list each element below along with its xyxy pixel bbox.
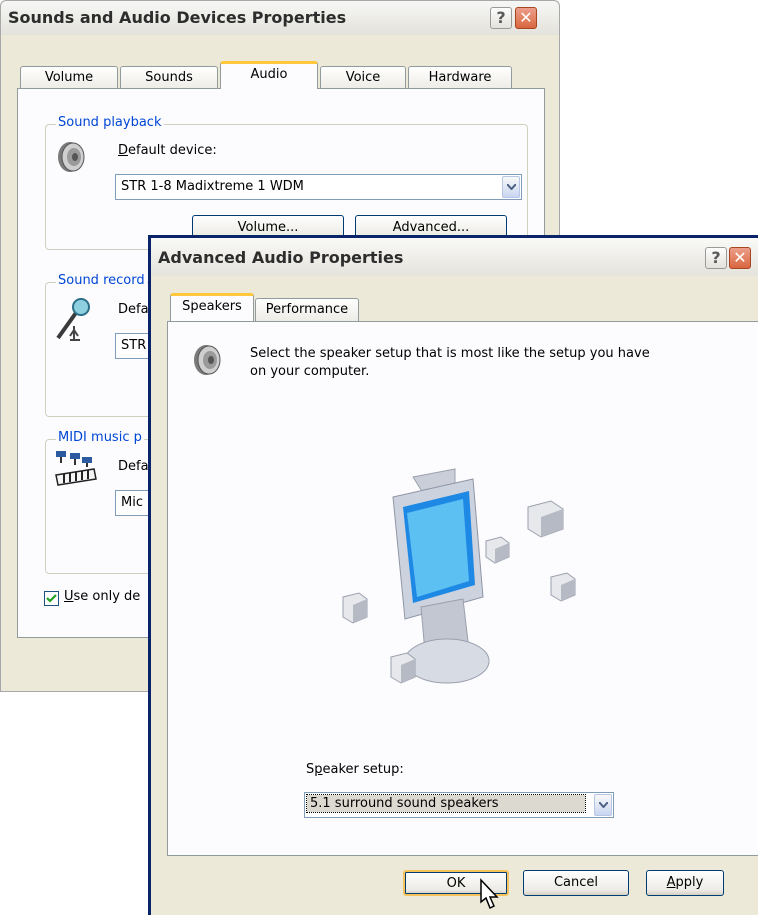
microphone-icon [52,296,92,344]
tab-performance[interactable]: Performance [255,298,359,322]
tab-audio[interactable]: Audio [220,61,318,89]
apply-button[interactable]: Apply [646,870,724,896]
speaker-icon [54,139,90,175]
midi-keyboard-icon [54,449,98,489]
recording-device-value: STR [121,338,147,353]
tab-sounds[interactable]: Sounds [120,66,218,90]
playback-device-value: STR 1-8 Madixtreme 1 WDM [121,179,304,194]
tab-volume[interactable]: Volume [20,66,118,90]
midi-device-value: Mic [121,495,143,510]
tab-speakers[interactable]: Speakers [170,293,254,321]
speaker-setup-select[interactable]: 5.1 surround sound speakers [304,792,614,818]
tab-voice[interactable]: Voice [320,66,406,90]
title-bar: Sounds and Audio Devices Properties ? ✕ [1,1,559,35]
mouse-cursor-icon [480,878,499,910]
midi-default-label: Defa [118,459,149,474]
dialog-title-bar: Advanced Audio Properties ? ✕ [151,238,758,276]
chevron-down-icon[interactable] [594,794,612,816]
close-button[interactable]: ✕ [515,7,537,29]
recording-default-label: Defa [118,302,149,317]
tab-hardware[interactable]: Hardware [408,66,512,90]
speaker-setup-label: Speaker setup: [306,762,404,777]
computer-surround-illustration [342,468,576,684]
description-line-2: on your computer. [250,364,370,379]
dialog-title: Advanced Audio Properties [158,248,404,267]
sound-recording-legend: Sound record [56,273,147,288]
description-line-1: Select the speaker setup that is most li… [250,346,650,361]
checkmark-icon [46,594,57,603]
use-only-default-label: Use only de [64,589,141,604]
window-title: Sounds and Audio Devices Properties [8,8,347,27]
sound-playback-legend: Sound playback [56,115,164,130]
cancel-button[interactable]: Cancel [523,870,629,896]
use-only-default-checkbox[interactable] [44,591,59,606]
speakers-tab-panel: Select the speaker setup that is most li… [167,321,758,856]
speaker-icon [190,342,226,378]
advanced-audio-properties-dialog: Advanced Audio Properties ? ✕ Speakers P… [148,235,758,915]
dialog-close-button[interactable]: ✕ [729,247,751,269]
playback-device-select[interactable]: STR 1-8 Madixtreme 1 WDM [115,174,522,200]
default-device-label: Default device: [118,143,217,158]
chevron-down-icon[interactable] [502,176,520,198]
midi-legend: MIDI music p [56,430,144,445]
dialog-help-button[interactable]: ? [705,247,727,269]
speaker-setup-value: 5.1 surround sound speakers [306,794,586,813]
help-button[interactable]: ? [490,7,512,29]
